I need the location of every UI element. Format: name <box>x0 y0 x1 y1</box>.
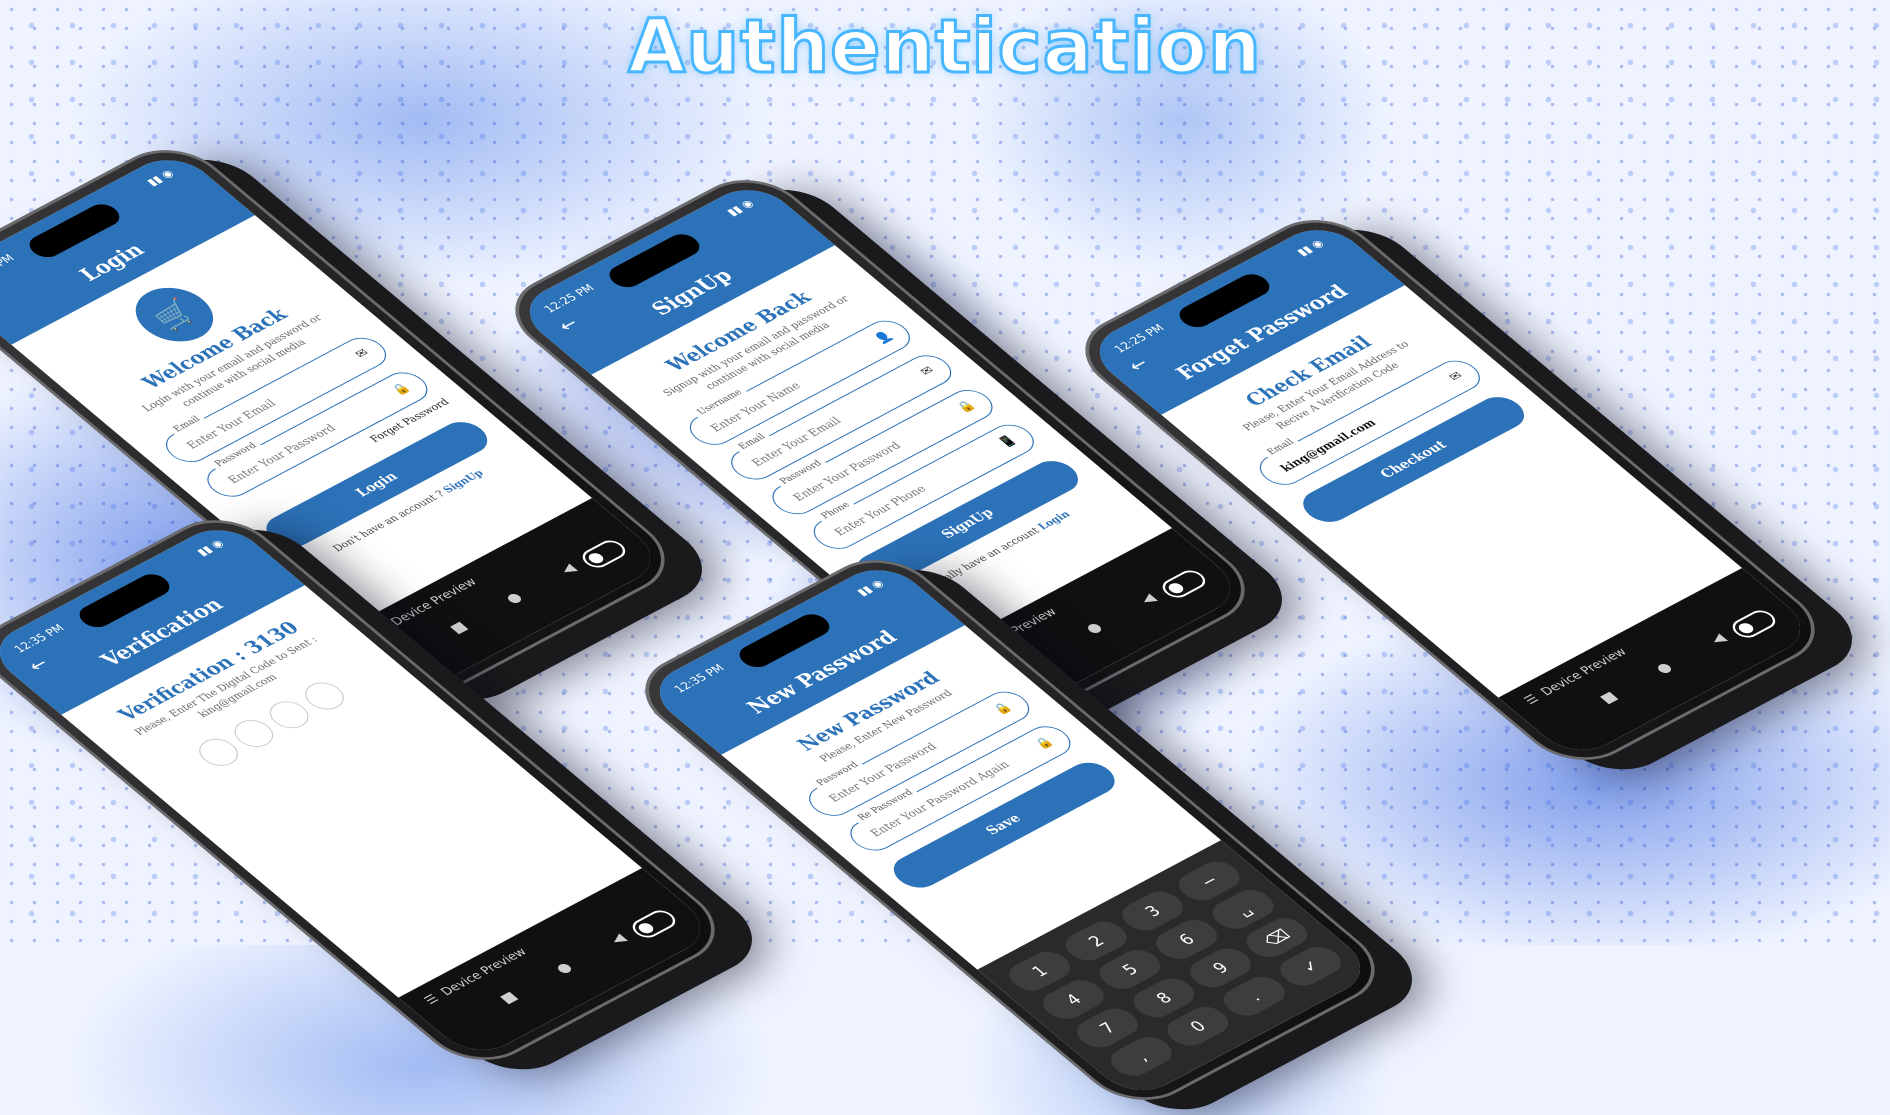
back-arrow-icon[interactable]: ← <box>23 654 54 676</box>
status-icons: ▮▮ ◉ <box>1293 237 1327 259</box>
home-icon[interactable]: ● <box>1082 620 1106 637</box>
back-arrow-icon[interactable]: ← <box>553 314 584 336</box>
recents-icon[interactable]: ■ <box>1026 649 1051 666</box>
home-icon[interactable]: ● <box>552 960 576 977</box>
home-icon[interactable]: ● <box>502 590 526 607</box>
recents-icon[interactable]: ■ <box>496 989 521 1006</box>
status-icons: ▮▮ ◉ <box>853 577 887 599</box>
back-arrow-icon[interactable]: ← <box>1123 354 1154 376</box>
status-time: 12:35 PM <box>671 662 728 696</box>
back-nav-icon[interactable]: ◀ <box>607 931 630 947</box>
status-time: 12:25 PM <box>1111 322 1168 356</box>
forget-screen: 12:25 PM ▮▮ ◉ ← Forget Password Check Em… <box>1081 218 1819 762</box>
sliders-icon: ☰ <box>1520 691 1542 707</box>
status-icons: ▮▮ ◉ <box>723 197 757 219</box>
phone-forget-password: 12:25 PM ▮▮ ◉ ← Forget Password Check Em… <box>1061 204 1839 776</box>
device-bar: ☰ Device Preview ■ ● ◀ <box>398 868 719 1062</box>
status-time: 12:35 PM <box>11 622 68 656</box>
home-icon[interactable]: ● <box>1652 660 1676 677</box>
banner-title: Authentication <box>627 3 1263 92</box>
numeric-keypad: 1 2 3 − 4 5 6 ␣ 7 8 9 ⌫ , 0 . ✓ <box>977 840 1379 1102</box>
device-bar: ☰ Device Preview ■ ● ◀ <box>1498 568 1819 762</box>
back-nav-icon[interactable]: ◀ <box>1707 631 1730 647</box>
sliders-icon: ☰ <box>420 991 442 1007</box>
recents-icon[interactable]: ■ <box>1596 689 1621 706</box>
status-icons: ▮▮ ◉ <box>143 167 177 189</box>
status-time: 12:25 PM <box>0 252 18 285</box>
signup-link[interactable]: SignUp <box>441 468 486 495</box>
login-link[interactable]: Login <box>1036 510 1073 533</box>
back-nav-icon[interactable]: ◀ <box>1137 591 1160 607</box>
status-time: 12:25 PM <box>541 282 598 316</box>
recents-icon[interactable]: ■ <box>446 619 471 636</box>
back-nav-icon[interactable]: ◀ <box>557 561 580 577</box>
status-icons: ▮▮ ◉ <box>193 537 227 559</box>
